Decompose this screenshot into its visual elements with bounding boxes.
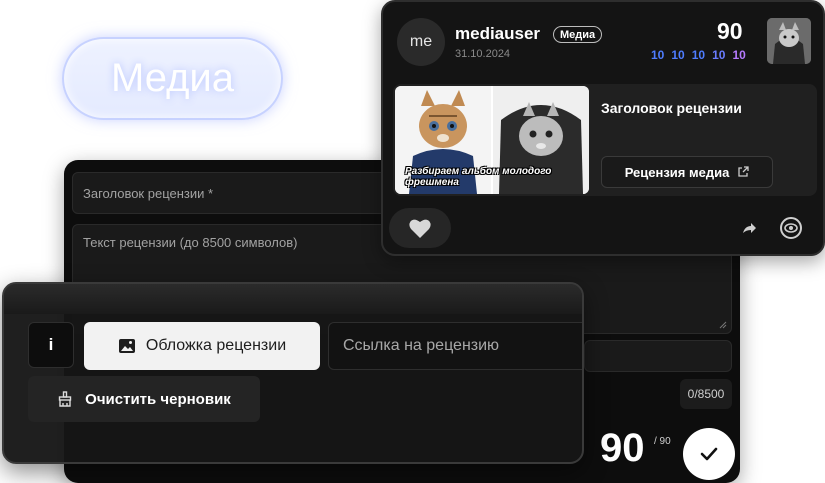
media-pill: Медиа: [62, 37, 283, 120]
cat-hoodie-image: [767, 18, 811, 64]
subscores: 10 10 10 10 10: [651, 48, 746, 62]
cover-upload-label: Обложка рецензии: [145, 337, 287, 354]
total-score: 90: [600, 426, 645, 470]
clear-draft-label: Очистить черновик: [85, 390, 231, 408]
username[interactable]: mediauser: [455, 24, 540, 44]
review-cover: Разбираем альбом молодого фрешмена: [395, 86, 589, 194]
image-icon: [118, 339, 135, 353]
panel-top-shade: [4, 284, 582, 314]
card-score: 90: [717, 18, 743, 44]
subscore: 10: [712, 48, 726, 62]
score-max: / 90: [654, 436, 671, 447]
share-icon[interactable]: [741, 221, 757, 235]
external-link-icon: [738, 166, 749, 177]
resize-handle-icon[interactable]: [719, 321, 727, 329]
secondary-field[interactable]: [584, 340, 732, 372]
like-button[interactable]: [389, 208, 451, 248]
role-badge: Медиа: [553, 26, 603, 43]
review-actions-panel: i Обложка рецензии Ссылка на рецензию Оч…: [2, 282, 584, 464]
review-preview[interactable]: Разбираем альбом молодого фрешмена Загол…: [393, 84, 817, 196]
review-card: me mediauser Медиа 31.10.2024 90 10 10 1…: [381, 0, 825, 256]
subscore: 10: [671, 48, 685, 62]
eye-icon[interactable]: [779, 216, 803, 240]
subscore: 10: [732, 48, 746, 62]
char-counter: 0/8500: [680, 379, 732, 409]
review-link-placeholder: Ссылка на рецензию: [343, 337, 500, 354]
open-review-button[interactable]: Рецензия медиа: [601, 156, 773, 188]
review-link-input[interactable]: Ссылка на рецензию: [328, 322, 582, 370]
avatar[interactable]: me: [397, 18, 445, 66]
cover-caption: Разбираем альбом молодого фрешмена: [405, 166, 552, 188]
clear-draft-button[interactable]: Очистить черновик: [28, 376, 260, 422]
heart-icon: [409, 219, 431, 238]
info-button[interactable]: i: [28, 322, 74, 368]
media-pill-label: Медиа: [110, 56, 235, 100]
review-title-placeholder: Заголовок рецензии *: [83, 186, 214, 201]
check-icon: [700, 447, 718, 461]
broom-icon: [58, 391, 72, 407]
subscore: 10: [651, 48, 665, 62]
submit-button[interactable]: [683, 428, 735, 480]
release-thumbnail[interactable]: [767, 18, 811, 64]
subscore: 10: [691, 48, 706, 62]
review-title[interactable]: Заголовок рецензии: [601, 100, 742, 116]
open-review-label: Рецензия медиа: [624, 164, 730, 180]
cover-upload-button[interactable]: Обложка рецензии: [84, 322, 320, 370]
review-body-placeholder: Текст рецензии (до 8500 символов): [83, 235, 298, 250]
review-date: 31.10.2024: [455, 48, 511, 60]
